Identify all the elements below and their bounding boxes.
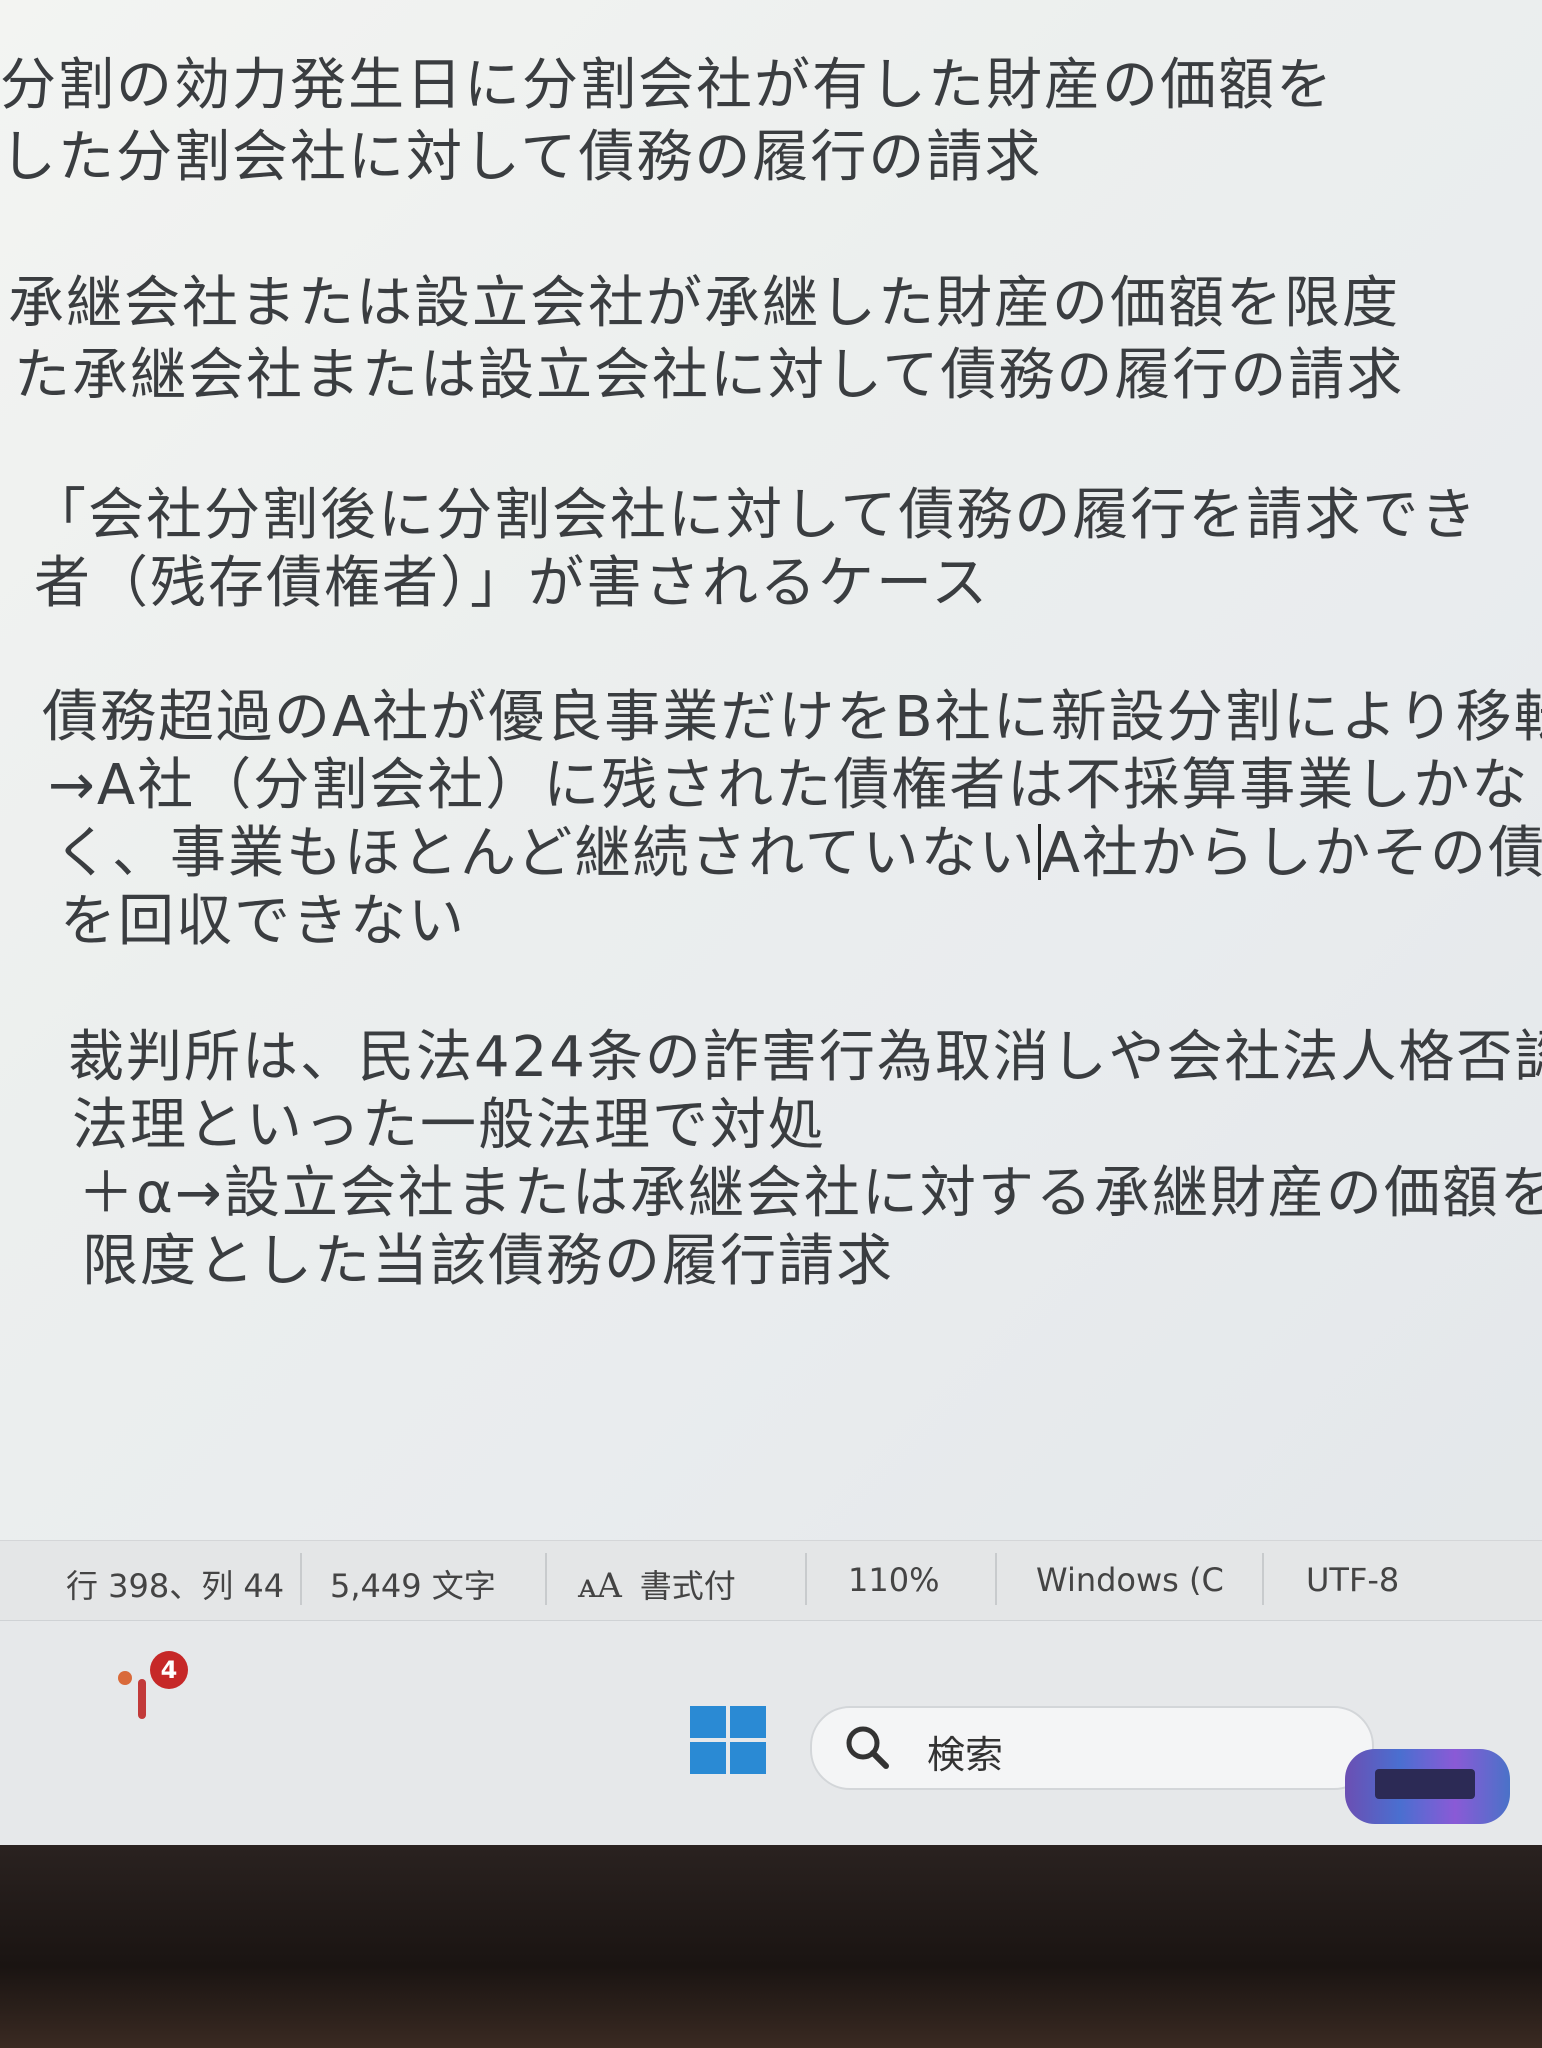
notification-dot: [118, 1671, 132, 1685]
status-divider: [545, 1553, 547, 1605]
editor-line[interactable]: 分割の効力発生日に分割会社が有した財産の価額を: [0, 40, 1334, 121]
windows-logo-quadrant: [690, 1742, 726, 1774]
editor-line[interactable]: 承継会社または設立会社が承継した財産の価額を限度: [8, 258, 1400, 339]
cursor-position[interactable]: 行 398、列 44: [66, 1561, 284, 1607]
windows-logo-quadrant: [730, 1742, 766, 1774]
start-button[interactable]: [690, 1706, 770, 1776]
notification-app-icon[interactable]: 4: [110, 1649, 188, 1719]
widgets-icon[interactable]: [1345, 1749, 1510, 1824]
editor-line[interactable]: た承継会社または設立会社に対して債務の履行の請求: [14, 330, 1404, 411]
line-ending[interactable]: Windows (C: [1036, 1561, 1224, 1599]
editor-line[interactable]: を回収できない: [60, 876, 466, 957]
windows-logo-quadrant: [690, 1706, 726, 1738]
taskbar-search-box[interactable]: 検索: [810, 1706, 1374, 1790]
format-label: 書式付: [639, 1567, 736, 1605]
encoding[interactable]: UTF-8: [1306, 1561, 1399, 1599]
windows-logo-quadrant: [730, 1706, 766, 1738]
zoom-level[interactable]: 110%: [848, 1561, 939, 1599]
character-count[interactable]: 5,449 文字: [330, 1561, 496, 1607]
format-indicator[interactable]: ᴀA 書式付: [578, 1561, 736, 1607]
status-divider: [1262, 1553, 1264, 1605]
search-label: 検索: [927, 1733, 1004, 1777]
status-divider: [300, 1553, 302, 1605]
notification-stick: [138, 1679, 146, 1719]
editor-line-segment[interactable]: A社からしかその債権: [1042, 821, 1542, 886]
monitor-bezel: [0, 1845, 1542, 2048]
text-caret: [1037, 824, 1041, 880]
status-divider: [995, 1553, 997, 1605]
search-icon: [842, 1722, 892, 1772]
screen: 分割の効力発生日に分割会社が有した財産の価額を した分割会社に対して債務の履行の…: [0, 0, 1542, 1845]
font-icon: ᴀA: [578, 1566, 622, 1606]
editor-line[interactable]: した分割会社に対して債務の履行の請求: [0, 112, 1042, 193]
status-bar: 行 398、列 44 5,449 文字 ᴀA 書式付 110% Windows (…: [0, 1540, 1542, 1621]
status-divider: [805, 1553, 807, 1605]
text-editor-area[interactable]: 分割の効力発生日に分割会社が有した財産の価額を した分割会社に対して債務の履行の…: [0, 0, 1542, 1540]
editor-line[interactable]: 者（残存債権者）」が害されるケース: [34, 538, 989, 619]
notification-badge: 4: [150, 1651, 188, 1689]
taskbar: 4 検索: [0, 1620, 1542, 1845]
widgets-image-band: [1375, 1769, 1475, 1799]
editor-line[interactable]: 限度とした当該債務の履行請求: [82, 1216, 894, 1297]
